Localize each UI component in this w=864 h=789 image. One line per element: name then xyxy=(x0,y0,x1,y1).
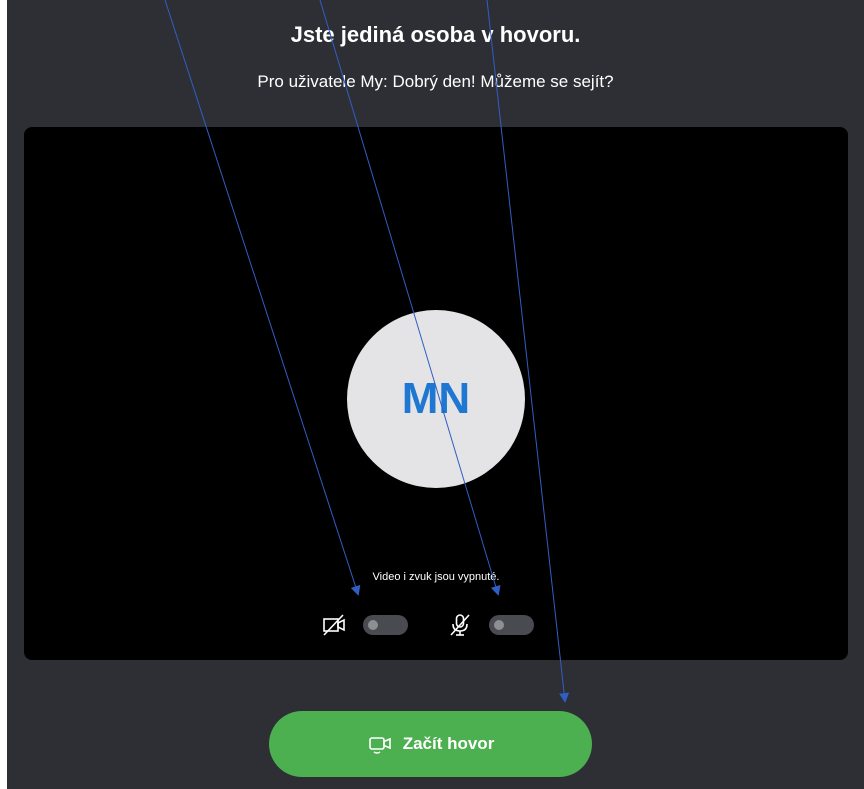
avatar-initials: MN xyxy=(401,374,471,423)
call-panel: Jste jediná osoba v hovoru. Pro uživatel… xyxy=(7,0,864,789)
mic-off-icon xyxy=(450,614,470,636)
mic-toggle[interactable] xyxy=(489,615,534,635)
video-preview: MN Video i zvuk jsou vypnuté. xyxy=(24,127,848,660)
start-call-label: Začít hovor xyxy=(402,734,495,753)
video-call-icon xyxy=(368,737,391,754)
avatar: MN xyxy=(347,310,525,488)
start-call-button[interactable]: Začít hovor xyxy=(269,711,592,777)
media-status-text: Video i zvuk jsou vypnuté. xyxy=(372,571,500,583)
mic-toggle-knob xyxy=(494,620,504,630)
camera-off-icon xyxy=(323,614,345,636)
camera-control xyxy=(321,611,408,639)
call-message: Pro uživatele My: Dobrý den! Můžeme se s… xyxy=(257,72,614,91)
mic-control xyxy=(447,611,534,639)
camera-toggle[interactable] xyxy=(363,615,408,635)
camera-toggle-knob xyxy=(368,620,378,630)
call-title: Jste jediná osoba v hovoru. xyxy=(290,22,581,47)
